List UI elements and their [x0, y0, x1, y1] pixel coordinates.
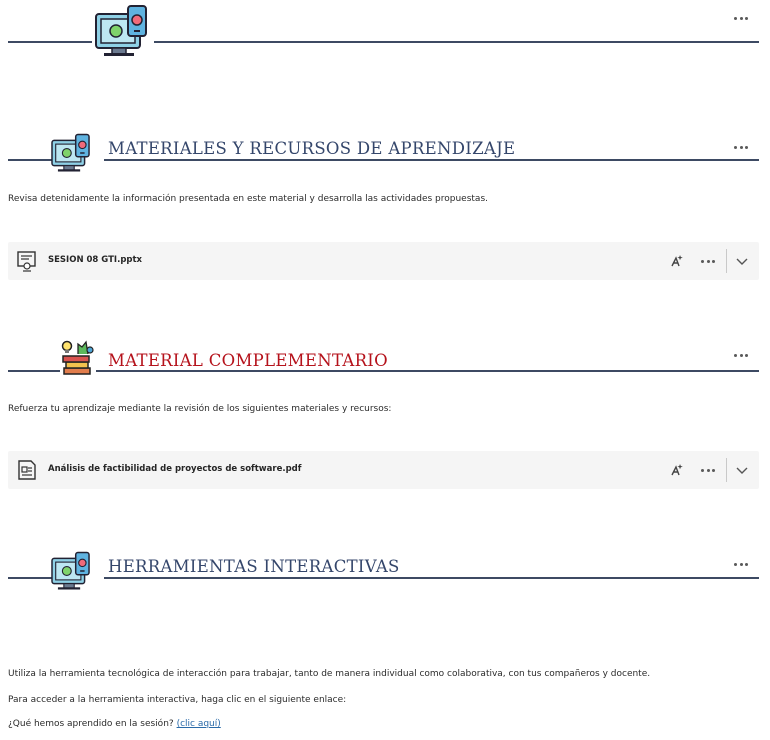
presentation-file-icon [17, 251, 36, 272]
divider-rule [8, 370, 60, 372]
more-options-button[interactable] [734, 143, 748, 151]
divider-rule [8, 41, 92, 43]
more-options-button[interactable] [734, 560, 748, 568]
clic-aqui-link[interactable]: (clic aquí) [177, 719, 221, 729]
divider-rule [8, 159, 54, 161]
divider-rule [104, 577, 759, 579]
complementary-intro-text: Refuerza tu aprendizaje mediante la revi… [8, 404, 392, 414]
section-title-herramientas: HERRAMIENTAS INTERACTIVAS [108, 557, 400, 576]
section-title-complementario: MATERIAL COMPLEMENTARIO [108, 351, 388, 370]
file-name: SESION 08 GTI.pptx [48, 255, 143, 265]
document-file-icon [18, 460, 36, 480]
question-text: ¿Qué hemos aprendido en la sesión? [8, 719, 174, 729]
device-screen-icon [95, 5, 147, 56]
more-options-button[interactable] [734, 14, 748, 22]
more-options-button[interactable] [701, 257, 715, 265]
ai-sparkle-icon[interactable] [670, 254, 684, 268]
ai-sparkle-icon[interactable] [670, 463, 684, 477]
books-lightbulb-icon [61, 340, 94, 375]
device-screen-icon [51, 551, 90, 590]
divider-rule [154, 41, 759, 43]
device-screen-icon [51, 133, 90, 172]
chevron-down-icon[interactable] [735, 463, 749, 477]
chevron-down-icon[interactable] [735, 254, 749, 268]
separator [726, 249, 727, 273]
more-options-button[interactable] [734, 351, 748, 359]
file-row-pptx[interactable]: SESION 08 GTI.pptx [8, 242, 759, 280]
divider-rule [96, 370, 759, 372]
more-options-button[interactable] [701, 466, 715, 474]
divider-rule [8, 577, 54, 579]
separator [726, 458, 727, 482]
divider-rule [104, 159, 759, 161]
materials-intro-text: Revisa detenidamente la información pres… [8, 194, 488, 204]
section-title-materiales: MATERIALES Y RECURSOS DE APRENDIZAJE [108, 139, 516, 158]
file-row-pdf[interactable]: Análisis de factibilidad de proyectos de… [8, 451, 759, 489]
file-name: Análisis de factibilidad de proyectos de… [48, 464, 302, 474]
tools-access-text: Para acceder a la herramienta interactiv… [8, 695, 347, 705]
question-line: ¿Qué hemos aprendido en la sesión? (clic… [8, 719, 221, 729]
tools-intro-text: Utiliza la herramienta tecnológica de in… [8, 669, 651, 679]
